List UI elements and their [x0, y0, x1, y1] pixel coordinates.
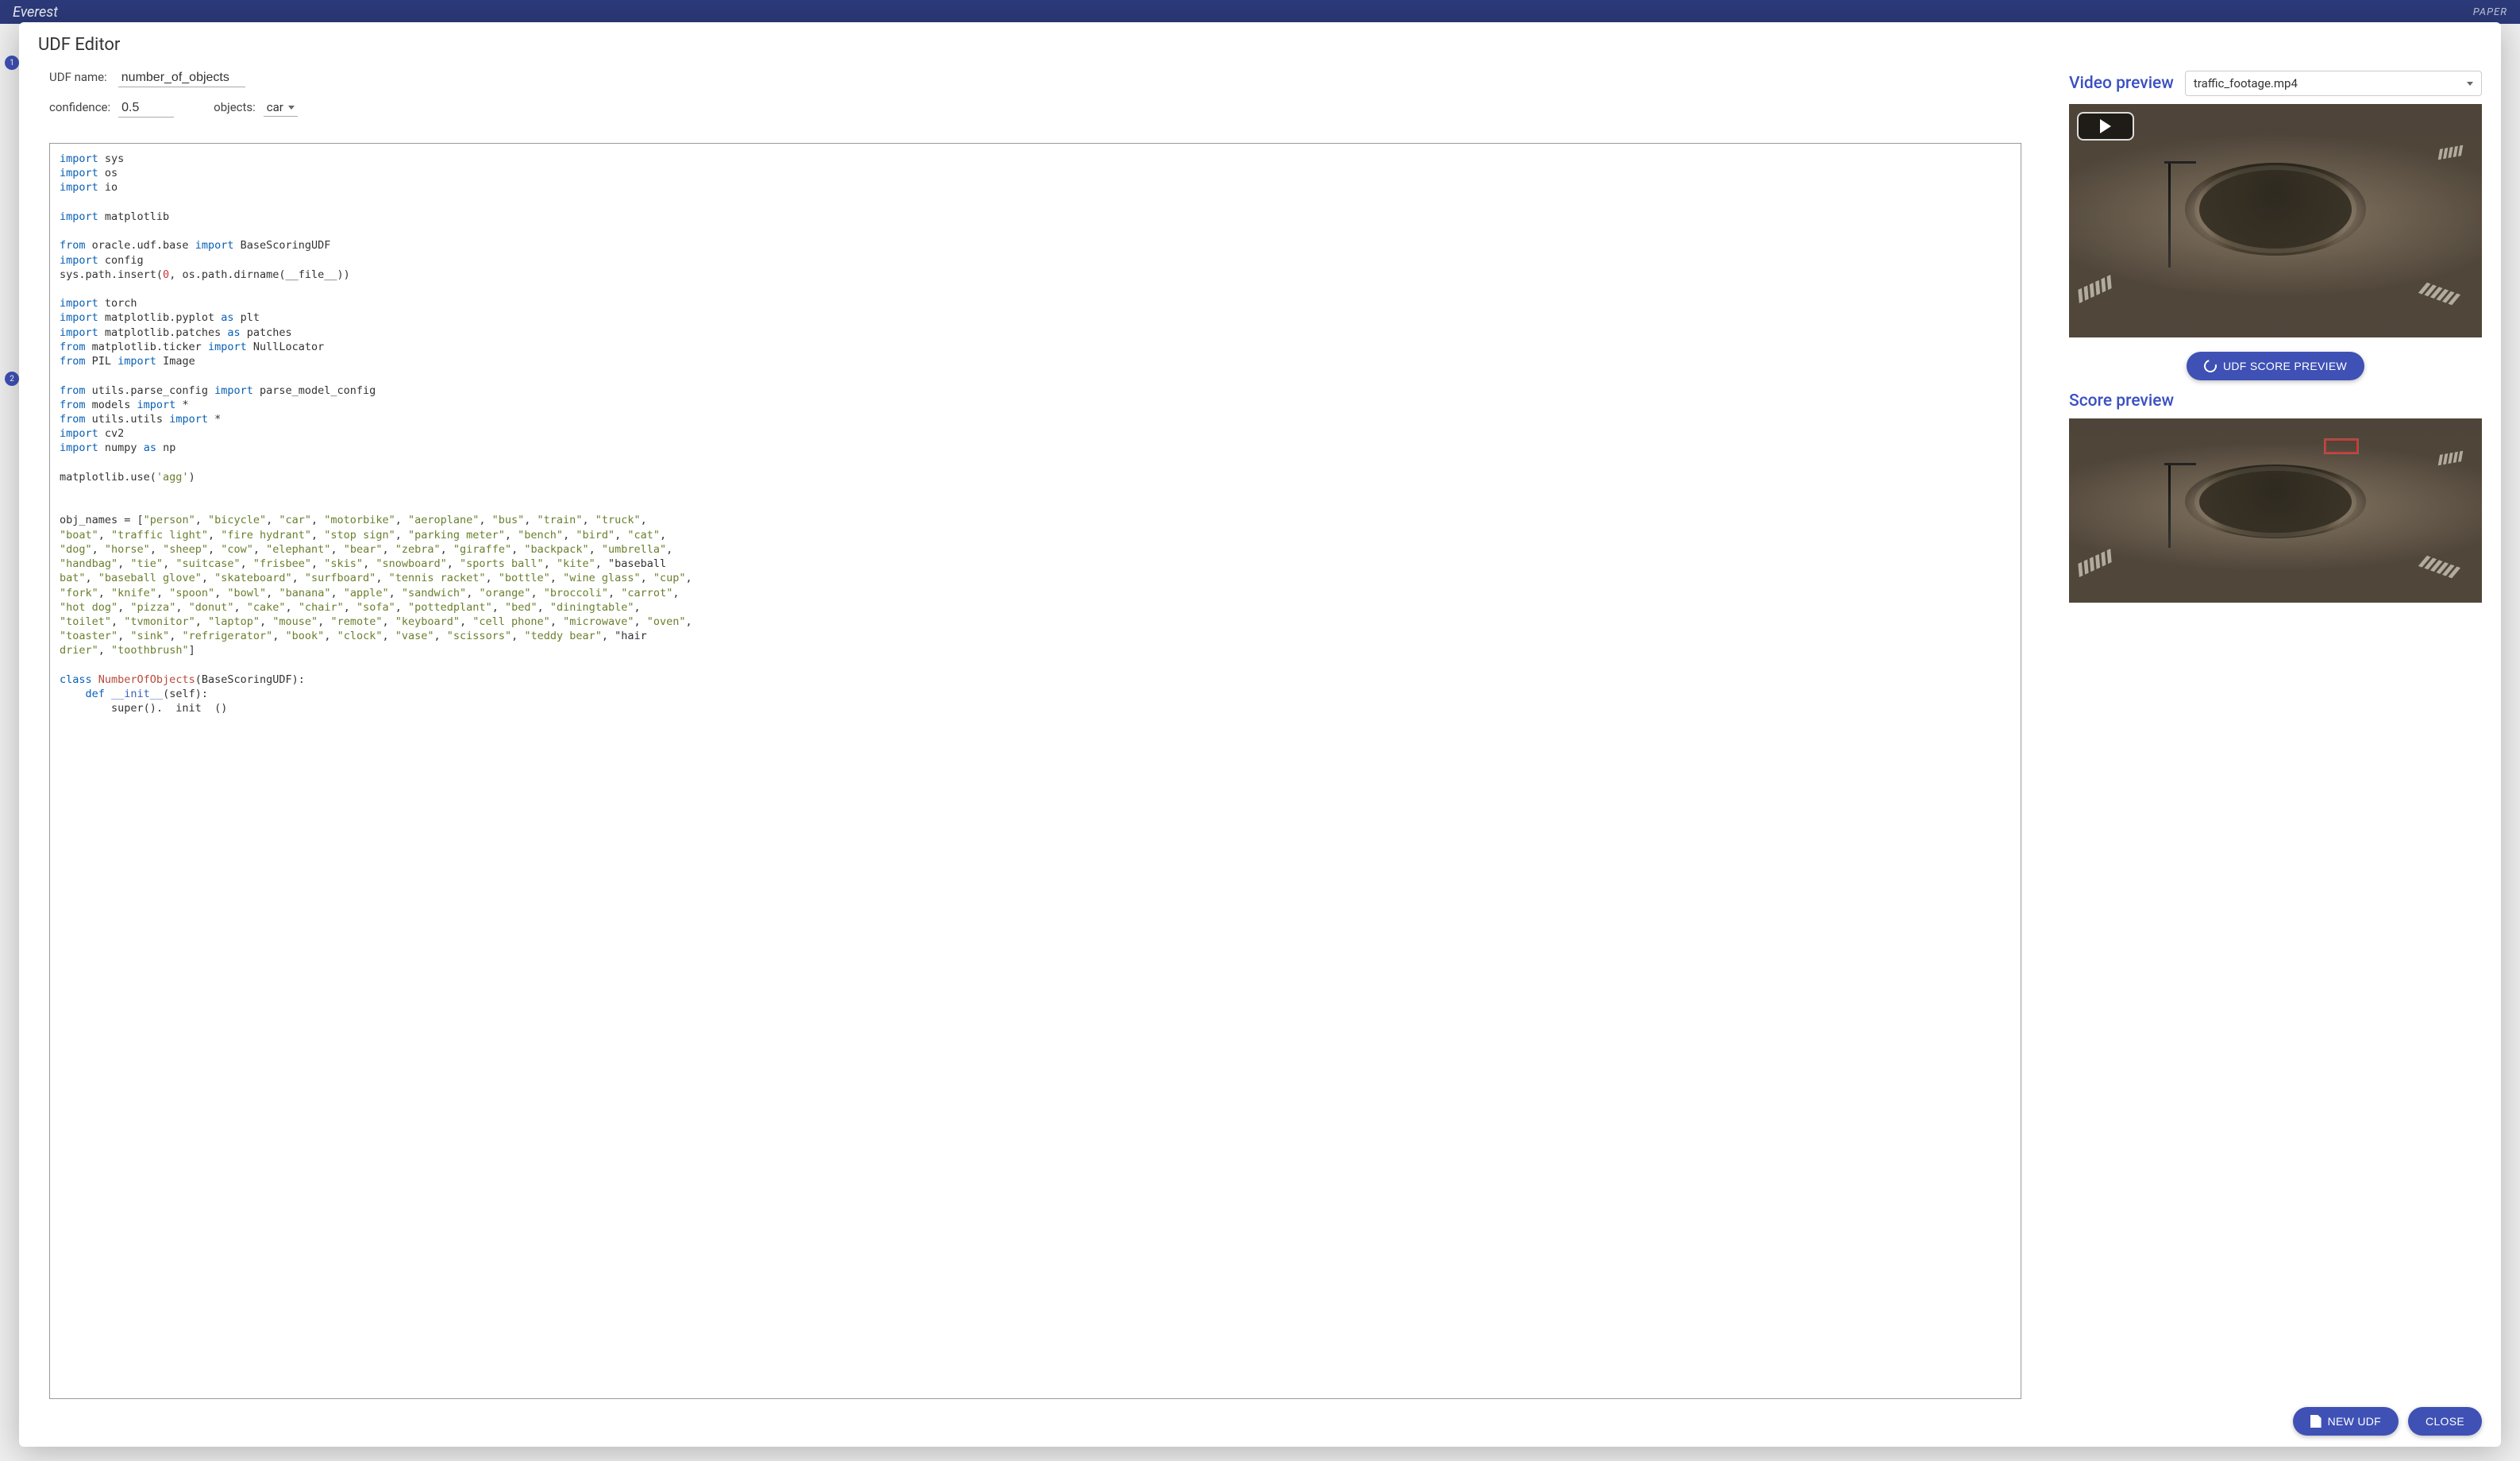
video-preview-frame — [2069, 104, 2482, 337]
app-header: Everest PAPER — [0, 0, 2520, 24]
score-preview-heading: Score preview — [2069, 391, 2482, 411]
score-preview-frame — [2069, 418, 2482, 603]
modal-title: UDF Editor — [38, 35, 2482, 55]
confidence-input[interactable] — [118, 99, 174, 118]
play-button[interactable] — [2077, 112, 2134, 141]
play-icon — [2100, 119, 2111, 133]
roundabout — [2185, 465, 2367, 538]
objects-label: objects: — [214, 100, 256, 114]
score-preview-button-row: UDF SCORE PREVIEW — [2069, 352, 2482, 380]
close-button[interactable]: CLOSE — [2408, 1407, 2482, 1436]
video-preview-heading: Video preview — [2069, 74, 2174, 93]
udf-editor-modal: UDF Editor UDF name: confidence: objects… — [19, 22, 2501, 1447]
target-icon — [2202, 357, 2219, 375]
udf-name-row: UDF name: — [49, 69, 2021, 87]
udf-name-label: UDF name: — [49, 70, 107, 84]
left-badges: 1 2 — [5, 56, 19, 688]
lamppost — [2168, 465, 2171, 547]
step-badge-1: 1 — [5, 56, 19, 70]
modal-body: UDF name: confidence: objects: car impor… — [38, 69, 2482, 1399]
ba-new-udf-button[interactable]: NEW UDF — [2293, 1407, 2399, 1436]
video-preview-header: Video preview traffic_footage.mp4 — [2069, 71, 2482, 96]
code-editor[interactable]: import sysimport osimport io import matp… — [49, 143, 2021, 1399]
video-file-select[interactable]: traffic_footage.mp4 — [2185, 71, 2482, 96]
objects-value: car — [267, 100, 283, 114]
right-column: Video preview traffic_footage.mp4 — [2069, 69, 2482, 1399]
confidence-label: confidence: — [49, 100, 110, 114]
roundabout — [2185, 163, 2367, 256]
paper-link[interactable]: PAPER — [2473, 6, 2507, 18]
file-icon — [2310, 1415, 2322, 1428]
chevron-down-icon — [2467, 82, 2473, 86]
udf-name-input[interactable] — [118, 69, 245, 87]
lamppost — [2168, 163, 2171, 268]
brand-label: Everest — [13, 4, 58, 21]
objects-select[interactable]: car — [264, 98, 298, 117]
detection-bounding-box — [2325, 439, 2358, 454]
udf-score-preview-button[interactable]: UDF SCORE PREVIEW — [2187, 352, 2364, 380]
udf-score-preview-label: UDF SCORE PREVIEW — [2223, 360, 2347, 372]
chevron-down-icon — [288, 106, 295, 110]
modal-footer: NEW UDF CLOSE — [38, 1399, 2482, 1436]
step-badge-2: 2 — [5, 372, 19, 386]
left-column: UDF name: confidence: objects: car impor… — [38, 69, 2021, 1399]
video-file-name: traffic_footage.mp4 — [2194, 76, 2298, 91]
new-udf-label: NEW UDF — [2328, 1415, 2381, 1428]
params-row: confidence: objects: car — [49, 98, 2021, 118]
close-label: CLOSE — [2426, 1415, 2464, 1428]
